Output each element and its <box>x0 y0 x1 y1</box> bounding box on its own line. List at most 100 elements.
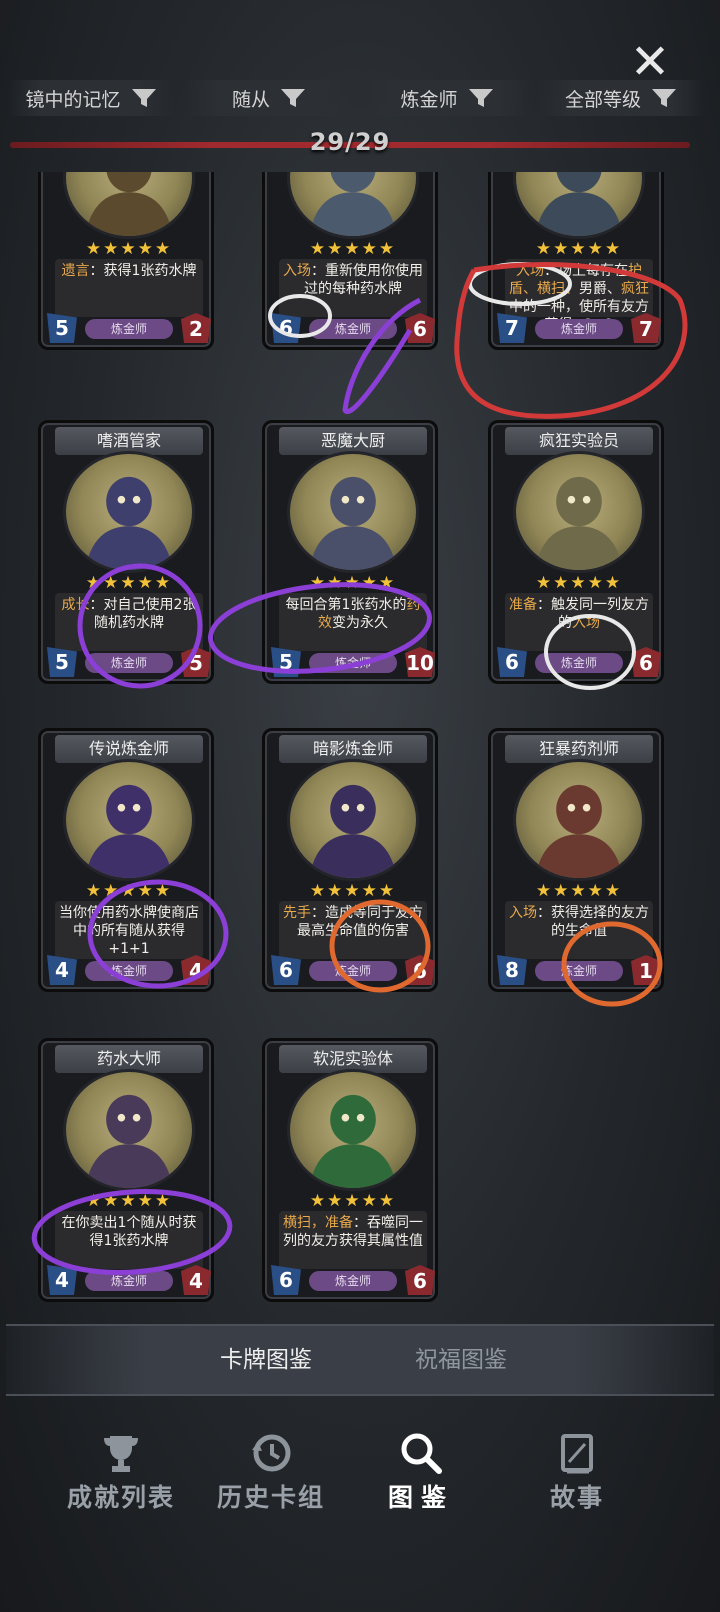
card-portrait-art <box>513 759 645 881</box>
bottom-nav: 成就列表 历史卡组 图鉴 故事 <box>0 1420 720 1540</box>
card-health-value: 6 <box>405 1265 435 1295</box>
card-attack-value: 6 <box>271 313 301 343</box>
card-portrait-art <box>513 172 645 239</box>
nav-achievements[interactable]: 成就列表 <box>56 1430 186 1514</box>
funnel-icon <box>468 89 493 107</box>
card-attack-value: 8 <box>497 955 527 985</box>
card-description: 入场：场上每存在护盾、横扫、男爵、疯狂中的一种，使所有友方获得+2+2 <box>505 259 653 333</box>
card-keyword: 入场 <box>283 263 311 279</box>
minion-card[interactable]: 狂暴药剂师 ★★★★★ 入场：获得选择的友方的生命值 炼金师 8 1 <box>488 728 664 992</box>
card-description-text: 变为永久 <box>332 615 388 631</box>
card-class-badge: 炼金师 <box>85 1271 173 1291</box>
counter-text: 29/29 <box>309 128 391 156</box>
close-button[interactable]: ✕ <box>628 38 672 86</box>
minion-card[interactable]: ★★★★★ 入场：重新使用你使用过的每种药水牌 炼金师 6 6 <box>262 172 438 350</box>
card-attack-value: 5 <box>47 313 77 343</box>
nav-history-label: 历史卡组 <box>216 1483 325 1512</box>
minion-card[interactable]: 药水大师 ★★★★★ 在你卖出1个随从时获得1张药水牌 炼金师 4 4 <box>38 1038 214 1302</box>
minion-card[interactable]: 传说炼金师 ★★★★★ 当你使用药水牌使商店中的所有随从获得+1+1 炼金师 4 4 <box>38 728 214 992</box>
card-keyword: 疯狂 <box>621 281 649 297</box>
filter-class-dropdown[interactable]: 炼金师 <box>364 80 530 116</box>
card-star-rating: ★★★★★ <box>309 1191 397 1211</box>
nav-story[interactable]: 故事 <box>512 1430 642 1514</box>
card-description: 遗言：获得1张药水牌 <box>55 259 203 317</box>
card-attack-value: 6 <box>271 1265 301 1295</box>
card-portrait-art <box>63 172 195 239</box>
nav-collection-label: 图鉴 <box>387 1483 454 1512</box>
card-keyword: 入场 <box>516 263 544 279</box>
card-health-value: 6 <box>405 313 435 343</box>
card-attack-value: 6 <box>497 647 527 677</box>
card-keyword: 准备 <box>509 597 537 613</box>
minion-card[interactable]: ★★★★★入场：场上每存在护盾、横扫、男爵、疯狂中的一种，使所有友方获得+2+2… <box>488 172 664 350</box>
card-grid[interactable]: ★★★★★ 遗言：获得1张药水牌 炼金师 5 2 ★★★★★ 入场：重新使用你使用过的每种药… <box>0 172 720 1312</box>
filter-type-dropdown[interactable]: 随从 <box>186 80 352 116</box>
card-class-badge: 炼金师 <box>85 961 173 981</box>
nav-collection[interactable]: 图鉴 <box>356 1430 486 1514</box>
card-star-rating: ★★★★★ <box>535 239 623 259</box>
funnel-icon <box>131 89 156 107</box>
nav-history-decks[interactable]: 历史卡组 <box>206 1430 336 1514</box>
card-portrait-art <box>63 451 195 573</box>
card-portrait-art <box>287 451 419 573</box>
card-star-rating: ★★★★★ <box>85 881 173 901</box>
card-description-text: ：获得1张药水牌 <box>89 263 197 279</box>
minion-card[interactable]: ★★★★★ 遗言：获得1张药水牌 炼金师 5 2 <box>38 172 214 350</box>
card-health-value: 6 <box>405 955 435 985</box>
card-description: 入场：获得选择的友方的生命值 <box>505 901 653 959</box>
card-keyword: 入场 <box>572 615 600 631</box>
card-star-rating: ★★★★★ <box>309 239 397 259</box>
card-star-rating: ★★★★★ <box>309 573 397 593</box>
card-class-badge: 炼金师 <box>309 1271 397 1291</box>
card-keyword: 遗言 <box>61 263 90 279</box>
card-attack-value: 6 <box>271 955 301 985</box>
card-health-value: 1 <box>631 955 661 985</box>
card-description: 先手：造成等同于友方最高生命值的伤害 <box>279 901 427 959</box>
nav-story-label: 故事 <box>549 1483 604 1512</box>
card-description-text: 在你卖出1个随从时获得1张药水牌 <box>61 1215 197 1249</box>
card-star-rating: ★★★★★ <box>85 573 173 593</box>
minion-card[interactable]: 嗜酒管家 ★★★★★ 成长：对自己使用2张随机药水牌 炼金师 5 5 <box>38 420 214 684</box>
card-portrait-art <box>287 172 419 239</box>
card-health-value: 10 <box>405 647 435 677</box>
tab-blessing-collection[interactable]: 祝福图鉴 <box>361 1340 561 1374</box>
history-icon <box>252 1434 291 1472</box>
card-keyword: 成长 <box>61 597 90 613</box>
card-star-rating: ★★★★★ <box>535 881 623 901</box>
card-class-badge: 炼金师 <box>535 653 623 673</box>
card-attack-value: 5 <box>47 647 77 677</box>
card-portrait-art <box>63 759 195 881</box>
filter-level-dropdown[interactable]: 全部等级 <box>538 80 704 116</box>
card-description-text: 每回合第1张药水的 <box>285 597 407 613</box>
tab-card-collection[interactable]: 卡牌图鉴 <box>166 1340 366 1374</box>
card-description: 在你卖出1个随从时获得1张药水牌 <box>55 1211 203 1269</box>
collection-tabs: 卡牌图鉴 祝福图鉴 <box>6 1324 714 1396</box>
filter-bar: 镜中的记忆 随从 炼金师 全部等级 <box>8 80 712 118</box>
card-keyword: 先手 <box>283 905 311 921</box>
minion-card[interactable]: 疯狂实验员 ★★★★★ 准备：触发同一列友方的入场 炼金师 6 6 <box>488 420 664 684</box>
card-description: 入场：重新使用你使用过的每种药水牌 <box>279 259 427 317</box>
card-portrait-art <box>63 1069 195 1191</box>
card-description-text: ：获得选择的友方的生命值 <box>537 905 649 939</box>
filter-class-label: 炼金师 <box>400 88 458 111</box>
filter-season-dropdown[interactable]: 镜中的记忆 <box>8 80 174 116</box>
funnel-icon <box>281 89 305 107</box>
minion-card[interactable]: 软泥实验体 ★★★★★ 横扫，准备：吞噬同一列的友方获得其属性值 炼金师 6 6 <box>262 1038 438 1302</box>
book-icon <box>561 1434 593 1474</box>
card-star-rating: ★★★★★ <box>85 1191 173 1211</box>
card-attack-value: 4 <box>47 1265 77 1295</box>
minion-card[interactable]: 暗影炼金师 ★★★★★ 先手：造成等同于友方最高生命值的伤害 炼金师 6 6 <box>262 728 438 992</box>
card-class-badge: 炼金师 <box>85 319 173 339</box>
filter-season-label: 镜中的记忆 <box>25 88 121 111</box>
card-class-badge: 炼金师 <box>535 319 623 339</box>
card-description: 准备：触发同一列友方的入场 <box>505 593 653 651</box>
funnel-icon <box>652 89 676 107</box>
card-counter: 29/29 <box>10 128 690 162</box>
minion-card[interactable]: 恶魔大厨 ★★★★★ 每回合第1张药水的药效变为永久 炼金师 5 10 <box>262 420 438 684</box>
card-class-badge: 炼金师 <box>85 653 173 673</box>
card-portrait-art <box>287 1069 419 1191</box>
card-description-text: 当你使用药水牌使商店中的所有随从获得+1+1 <box>59 905 199 957</box>
card-description: 横扫，准备：吞噬同一列的友方获得其属性值 <box>279 1211 427 1269</box>
nav-achievements-label: 成就列表 <box>66 1483 175 1512</box>
card-description-text: ：重新使用你使用过的每种药水牌 <box>304 263 423 297</box>
